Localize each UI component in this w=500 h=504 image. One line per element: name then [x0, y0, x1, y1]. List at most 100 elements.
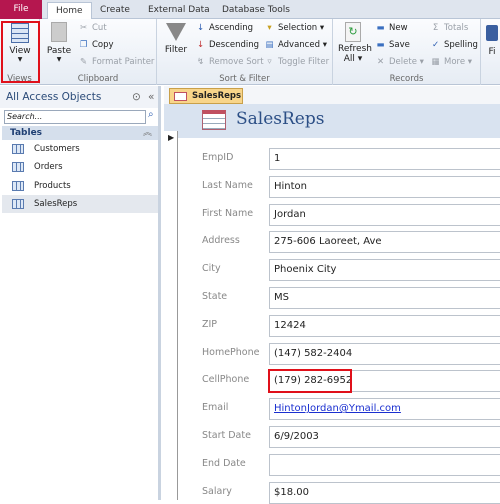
tab-home[interactable]: Home [47, 2, 92, 20]
sigma-icon: Σ [432, 23, 439, 33]
copy-icon: ❐ [79, 40, 88, 50]
dropdown-circle-icon[interactable]: ⊙ [132, 86, 141, 108]
paste-icon [51, 22, 67, 42]
salary-field[interactable]: $18.00 [269, 481, 500, 504]
record-selector[interactable]: ▶ [164, 131, 178, 500]
last-name-label: Last Name [202, 179, 253, 191]
refresh-all-button[interactable]: ↻ Refresh All ▾ [338, 22, 372, 64]
start-date-label: Start Date [202, 430, 251, 441]
tab-external-data[interactable]: External Data [140, 2, 218, 19]
tab-file[interactable]: File [0, 0, 42, 19]
brush-icon: ✎ [79, 57, 88, 67]
search-input[interactable]: Search... [4, 110, 146, 124]
toggle-filter-button[interactable]: ▿ Toggle Filter [264, 57, 329, 67]
tab-create[interactable]: Create [92, 2, 138, 19]
delete-icon: ✕ [376, 57, 385, 67]
scissors-icon: ✂ [79, 23, 88, 33]
city-label: City [202, 263, 221, 275]
current-record-arrow-icon: ▶ [168, 133, 175, 142]
refresh-icon: ↻ [345, 22, 361, 42]
city-field[interactable]: Phoenix City [269, 259, 500, 282]
navigation-pane: All Access Objects ⊙ « Search... ⌕ Table… [0, 86, 161, 500]
funnel-icon [166, 23, 186, 41]
empid-label: EmpID [202, 152, 234, 163]
zip-label: ZIP [202, 318, 218, 330]
state-label: State [202, 291, 228, 302]
last-name-field[interactable]: Hinton [269, 175, 500, 198]
email-label: Email [202, 402, 229, 414]
sort-ascending-icon: ↓ [196, 23, 205, 33]
sort-descending-icon: ↓ [196, 40, 205, 50]
clipboard-group: Paste ▼ ✂ Cut ❐ Copy ✎ Format Painter Clipb… [40, 19, 157, 85]
form-icon [202, 110, 226, 130]
nav-item-salesreps[interactable]: SalesReps [2, 195, 158, 213]
tab-database-tools[interactable]: Database Tools [214, 2, 298, 19]
remove-sort-icon: ↯ [196, 57, 205, 67]
view-highlight [1, 21, 40, 83]
selection-button[interactable]: ▾ Selection ▾ [264, 23, 324, 33]
more-button[interactable]: ▦ More ▾ [430, 57, 472, 67]
nav-item-products[interactable]: Products [2, 177, 158, 195]
end-date-field[interactable] [269, 453, 500, 476]
end-date-label: End Date [202, 457, 246, 469]
state-field[interactable]: MS [269, 287, 500, 309]
descending-button[interactable]: ↓ Descending [195, 40, 259, 50]
zip-field[interactable]: 12424 [269, 314, 500, 337]
first-name-field[interactable]: Jordan [269, 203, 500, 226]
table-icon [12, 181, 24, 191]
form-icon [174, 92, 187, 101]
document-tab-salesreps[interactable]: SalesReps [169, 88, 243, 104]
spelling-button[interactable]: ✓ Spelling [430, 40, 478, 50]
new-record-icon: ▬ [376, 23, 385, 33]
copy-button[interactable]: ❐ Copy [78, 40, 114, 50]
collapse-pane-icon[interactable]: « [148, 86, 154, 108]
toggle-filter-icon: ▿ [267, 57, 272, 67]
paste-button[interactable]: Paste ▼ [45, 22, 73, 63]
filter-button[interactable]: Filter [161, 23, 191, 55]
search-icon[interactable]: ⌕ [148, 109, 154, 120]
collapse-group-icon[interactable]: ︽ [143, 126, 152, 140]
ascending-button[interactable]: ↓ Ascending [195, 23, 253, 33]
table-icon [12, 199, 24, 209]
nav-item-customers[interactable]: Customers [2, 140, 158, 158]
format-painter-button[interactable]: ✎ Format Painter [78, 57, 154, 67]
advanced-button[interactable]: ▤ Advanced ▾ [264, 40, 326, 50]
form-header: SalesReps [164, 104, 500, 138]
email-link[interactable]: HintonJordan@Ymail.com [274, 403, 401, 414]
start-date-field[interactable]: 6/9/2003 [269, 426, 500, 448]
binoculars-icon [486, 25, 498, 41]
ribbon: View ▼ Views Paste ▼ ✂ Cut ❐ Copy ✎ Format … [0, 19, 500, 85]
more-icon: ▦ [431, 57, 440, 67]
address-label: Address [202, 235, 240, 247]
save-icon: ▬ [376, 40, 385, 50]
empid-field[interactable]: 1 [269, 148, 500, 170]
delete-button[interactable]: ✕ Delete ▾ [375, 57, 424, 67]
records-group: ↻ Refresh All ▾ ▬ New ▬ Save ✕ Delete ▾ Σ To… [333, 19, 481, 85]
first-name-label: First Name [202, 207, 254, 219]
table-icon [12, 162, 24, 172]
remove-sort-button[interactable]: ↯ Remove Sort [195, 57, 264, 67]
tables-group-header[interactable]: Tables ︽ [2, 126, 158, 140]
sort-filter-group: Filter ↓ Ascending ↓ Descending ↯ Remove So… [157, 19, 333, 85]
homephone-field[interactable]: (147) 582-2404 [269, 342, 500, 365]
salary-label: Salary [202, 485, 232, 497]
table-icon [12, 144, 24, 154]
form-title: SalesReps [236, 109, 325, 129]
homephone-label: HomePhone [202, 346, 260, 358]
new-record-button[interactable]: ▬ New [375, 23, 407, 33]
email-field[interactable]: HintonJordan@Ymail.com [269, 398, 500, 421]
record-form: EmpID 1 Last Name Hinton First Name Jordan Add… [178, 138, 500, 504]
spelling-check-icon: ✓ [431, 40, 440, 50]
form-view: SalesReps SalesReps ▶ EmpID 1 Last Name Hin… [164, 86, 500, 504]
cellphone-label: CellPhone [202, 374, 250, 386]
find-button[interactable]: Fi [486, 25, 498, 57]
selection-filter-icon: ▾ [267, 23, 272, 33]
cut-button[interactable]: ✂ Cut [78, 23, 107, 33]
cellphone-highlight [268, 369, 352, 394]
nav-header[interactable]: All Access Objects ⊙ « [0, 86, 158, 108]
save-button[interactable]: ▬ Save [375, 40, 409, 50]
address-field[interactable]: 275-606 Laoreet, Ave [269, 231, 500, 254]
advanced-filter-icon: ▤ [265, 40, 274, 50]
nav-item-orders[interactable]: Orders [2, 158, 158, 176]
totals-button[interactable]: Σ Totals [430, 23, 468, 33]
